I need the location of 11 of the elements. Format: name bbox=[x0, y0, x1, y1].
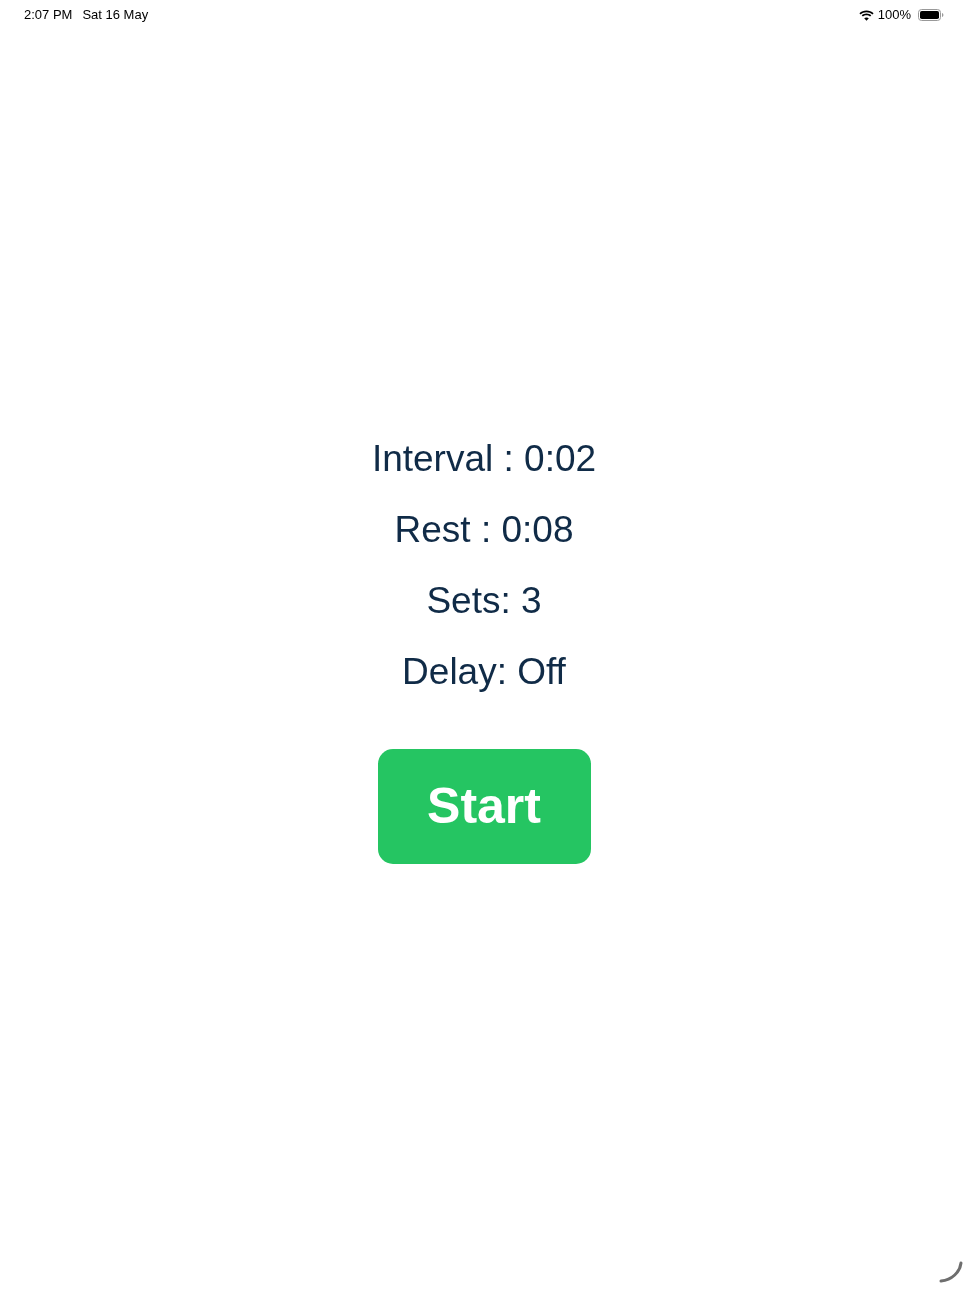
setting-text: Delay: Off bbox=[402, 650, 566, 694]
setting-text: Rest : 0:08 bbox=[394, 508, 574, 552]
status-time: 2:07 PM bbox=[24, 6, 73, 25]
battery-icon bbox=[918, 9, 944, 21]
setting-text: Interval : 0:02 bbox=[371, 437, 597, 481]
start-button[interactable]: Start bbox=[377, 749, 591, 864]
status-date: Sat 16 May bbox=[82, 6, 149, 25]
wifi-icon bbox=[858, 9, 874, 21]
setting-text: Sets: 3 bbox=[426, 579, 542, 623]
battery-percentage: 100% bbox=[877, 6, 911, 25]
arc-icon bbox=[939, 1261, 963, 1283]
